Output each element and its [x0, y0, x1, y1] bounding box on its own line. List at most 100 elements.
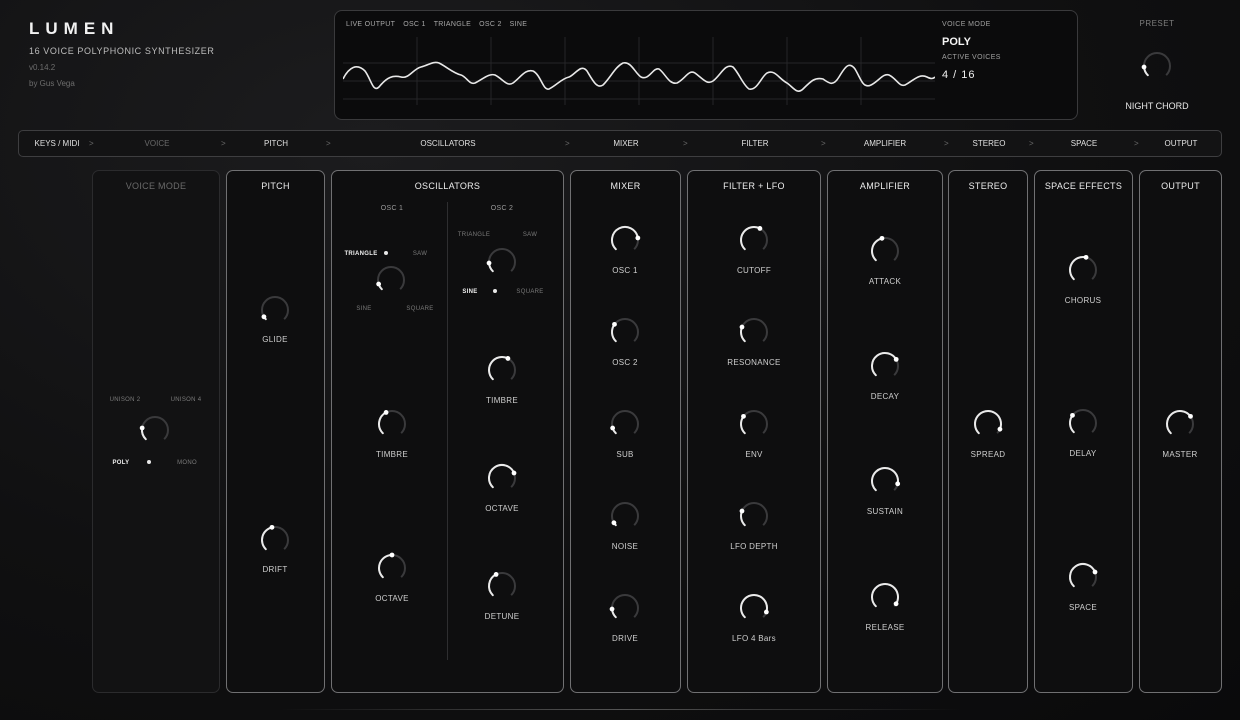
osc1-octave-knob[interactable] — [376, 552, 408, 584]
preset-name[interactable]: NIGHT CHORD — [1100, 101, 1214, 111]
voice-mode-value: POLY — [942, 36, 971, 48]
knob-indicator — [486, 260, 492, 266]
knob-value-arc — [871, 467, 899, 492]
nav-item-stereo[interactable]: STEREO — [973, 139, 1006, 148]
glide-knob[interactable] — [259, 294, 291, 326]
sustain-label: SUSTAIN — [866, 507, 904, 516]
knob-value-arc — [1069, 414, 1075, 434]
nav-item-output[interactable]: OUTPUT — [1165, 139, 1198, 148]
knob-track — [611, 410, 639, 434]
osc1-timbre-knob[interactable] — [376, 408, 408, 440]
attack-knob[interactable] — [869, 235, 901, 267]
nav-separator: > — [683, 139, 688, 148]
osc2-wave-saw[interactable]: SAW — [523, 232, 537, 238]
knob-dial — [611, 502, 639, 527]
osc2-wave-triangle[interactable]: TRIANGLE — [458, 232, 490, 238]
mixer-noise-knob[interactable] — [609, 500, 641, 532]
osc2-wave-square[interactable]: SQUARE — [516, 289, 543, 295]
env-knob[interactable] — [738, 408, 770, 440]
nav-item-oscillators[interactable]: OSCILLATORS — [420, 139, 475, 148]
mixer-noise-label: NOISE — [611, 542, 639, 551]
nav-item-space[interactable]: SPACE — [1071, 139, 1098, 148]
voice-option-poly[interactable]: POLY — [113, 460, 130, 466]
app-version: v0.14.2 — [29, 63, 56, 72]
nav-item-filter[interactable]: FILTER — [742, 139, 769, 148]
knob-track — [740, 318, 768, 342]
knob-dial — [871, 583, 899, 608]
preset-label: PRESET — [1139, 19, 1175, 28]
knob-indicator — [383, 410, 389, 415]
knob-dial — [739, 318, 768, 343]
spread-label: SPREAD — [970, 450, 1006, 459]
lfo-rate-knob[interactable] — [738, 592, 770, 624]
knob-dial — [740, 594, 769, 619]
knob-dial — [1069, 254, 1097, 281]
osc2-detune-knob[interactable] — [486, 570, 518, 602]
osc1-wave-knob[interactable] — [375, 264, 407, 296]
chorus-knob[interactable] — [1067, 254, 1099, 286]
voice-option-unison4[interactable]: UNISON 4 — [171, 397, 202, 403]
nav-item-mixer[interactable]: MIXER — [613, 139, 638, 148]
mixer-sub-knob[interactable] — [609, 408, 641, 440]
knob-track — [1143, 52, 1171, 76]
mixer-drive-label: DRIVE — [612, 634, 638, 643]
glide-label: GLIDE — [262, 335, 288, 344]
osc1-wave-saw[interactable]: SAW — [413, 251, 427, 257]
knob-indicator — [269, 524, 275, 530]
voice-mode-knob[interactable] — [139, 414, 171, 446]
mixer-osc2-knob[interactable] — [609, 316, 641, 348]
cutoff-knob[interactable] — [738, 224, 770, 256]
knob-dial — [139, 416, 169, 441]
master-knob[interactable] — [1164, 408, 1196, 440]
panel-title: VOICE MODE — [125, 181, 187, 191]
drift-knob[interactable] — [259, 524, 291, 556]
voice-option-unison2[interactable]: UNISON 2 — [110, 397, 141, 403]
osc2-wave-knob[interactable] — [486, 246, 518, 278]
delay-knob[interactable] — [1067, 407, 1099, 439]
osc1-wave-sine[interactable]: SINE — [356, 306, 371, 312]
preset-knob[interactable] — [1141, 50, 1173, 82]
osc1-header: OSC 1 — [380, 205, 404, 212]
knob-indicator — [997, 426, 1003, 432]
osc2-octave-label: OCTAVE — [485, 504, 519, 513]
mixer-osc1-label: OSC 1 — [612, 266, 638, 275]
knob-value-arc — [488, 573, 498, 597]
space-knob[interactable] — [1067, 561, 1099, 593]
mixer-drive-knob[interactable] — [609, 592, 641, 624]
nav-item-voice[interactable]: VOICE — [145, 139, 170, 148]
voice-selection-dot — [147, 460, 151, 464]
decay-knob[interactable] — [869, 350, 901, 382]
knob-indicator — [757, 226, 763, 231]
env-label: ENV — [745, 450, 763, 459]
mixer-osc1-knob[interactable] — [609, 224, 641, 256]
osc2-wave-sine[interactable]: SINE — [462, 289, 477, 295]
resonance-label: RESONANCE — [727, 358, 781, 367]
nav-item-keys-midi[interactable]: KEYS / MIDI — [35, 139, 80, 148]
knob-dial — [1069, 563, 1098, 588]
osc2-wave-label: SINE — [509, 21, 528, 28]
lfo-depth-knob[interactable] — [738, 500, 770, 532]
knob-indicator — [511, 470, 517, 476]
mixer-osc2-label: OSC 2 — [612, 358, 638, 367]
knob-dial — [488, 572, 516, 597]
knob-indicator — [635, 235, 641, 241]
knob-indicator — [376, 281, 382, 287]
osc2-timbre-knob[interactable] — [486, 354, 518, 386]
resonance-knob[interactable] — [738, 316, 770, 348]
spread-knob[interactable] — [972, 408, 1004, 440]
osc1-wave-triangle[interactable]: TRIANGLE — [344, 251, 377, 257]
knob-dial — [488, 464, 517, 489]
sustain-knob[interactable] — [869, 465, 901, 497]
knob-value-arc — [378, 554, 393, 579]
nav-item-amplifier[interactable]: AMPLIFIER — [864, 139, 906, 148]
release-knob[interactable] — [869, 581, 901, 613]
voice-option-mono[interactable]: MONO — [177, 460, 197, 466]
nav-item-pitch[interactable]: PITCH — [264, 139, 288, 148]
master-label: MASTER — [1162, 450, 1198, 459]
osc2-octave-knob[interactable] — [486, 462, 518, 494]
knob-value-arc — [740, 226, 761, 251]
osc1-wave-square[interactable]: SQUARE — [406, 306, 433, 312]
knob-value-arc — [488, 464, 516, 489]
knob-indicator — [739, 324, 745, 330]
knob-value-arc — [1069, 563, 1097, 588]
